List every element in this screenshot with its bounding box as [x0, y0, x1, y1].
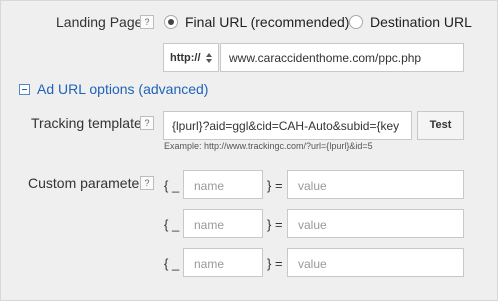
final-url-radio-label[interactable]: Final URL (recommended)	[185, 14, 349, 30]
tracking-template-input[interactable]: {lpurl}?aid=ggl&cid=CAH-Auto&subid={key	[163, 111, 412, 140]
custom-param-name-input[interactable]: name	[183, 170, 263, 199]
custom-param-name-input[interactable]: name	[183, 248, 263, 277]
custom-param-value-input[interactable]: value	[287, 170, 464, 199]
value-placeholder: value	[298, 218, 327, 232]
custom-param-name-input[interactable]: name	[183, 209, 263, 238]
protocol-select-value: http://	[170, 52, 201, 64]
final-url-value: www.caraccidenthome.com/ppc.php	[229, 51, 422, 65]
custom-param-value-input[interactable]: value	[287, 209, 464, 238]
destination-url-radio-label[interactable]: Destination URL	[370, 14, 472, 30]
final-url-radio[interactable]	[164, 15, 178, 29]
close-brace-equals-label: } =	[267, 217, 283, 232]
close-brace-equals-label: } =	[267, 256, 283, 271]
ad-url-settings-panel: Landing Page ? Final URL (recommended) D…	[0, 0, 498, 301]
tracking-template-value: {lpurl}?aid=ggl&cid=CAH-Auto&subid={key	[172, 119, 400, 133]
open-brace-label: { _	[164, 217, 180, 232]
custom-parameter-help-icon[interactable]: ?	[140, 176, 154, 190]
close-brace-equals-label: } =	[267, 178, 283, 193]
tracking-template-help-icon[interactable]: ?	[140, 116, 154, 130]
tracking-template-label: Tracking template	[31, 115, 142, 131]
value-placeholder: value	[298, 257, 327, 271]
open-brace-label: { _	[164, 178, 180, 193]
name-placeholder: name	[194, 218, 225, 232]
collapse-icon[interactable]	[19, 84, 30, 95]
custom-parameter-label: Custom parameter	[28, 175, 144, 191]
ad-url-options-toggle[interactable]: Ad URL options (advanced)	[37, 81, 208, 97]
final-url-input[interactable]: www.caraccidenthome.com/ppc.php	[220, 43, 464, 72]
tracking-template-example: Example: http://www.trackingc.com/?url={…	[164, 141, 373, 151]
landing-page-label: Landing Page	[56, 14, 143, 30]
name-placeholder: name	[194, 257, 225, 271]
open-brace-label: { _	[164, 256, 180, 271]
test-button[interactable]: Test	[417, 111, 464, 140]
protocol-select[interactable]: http://	[163, 43, 219, 72]
landing-page-help-icon[interactable]: ?	[140, 15, 154, 29]
name-placeholder: name	[194, 179, 225, 193]
updown-chevron-icon	[206, 53, 212, 63]
custom-param-value-input[interactable]: value	[287, 248, 464, 277]
value-placeholder: value	[298, 179, 327, 193]
destination-url-radio[interactable]	[349, 15, 363, 29]
